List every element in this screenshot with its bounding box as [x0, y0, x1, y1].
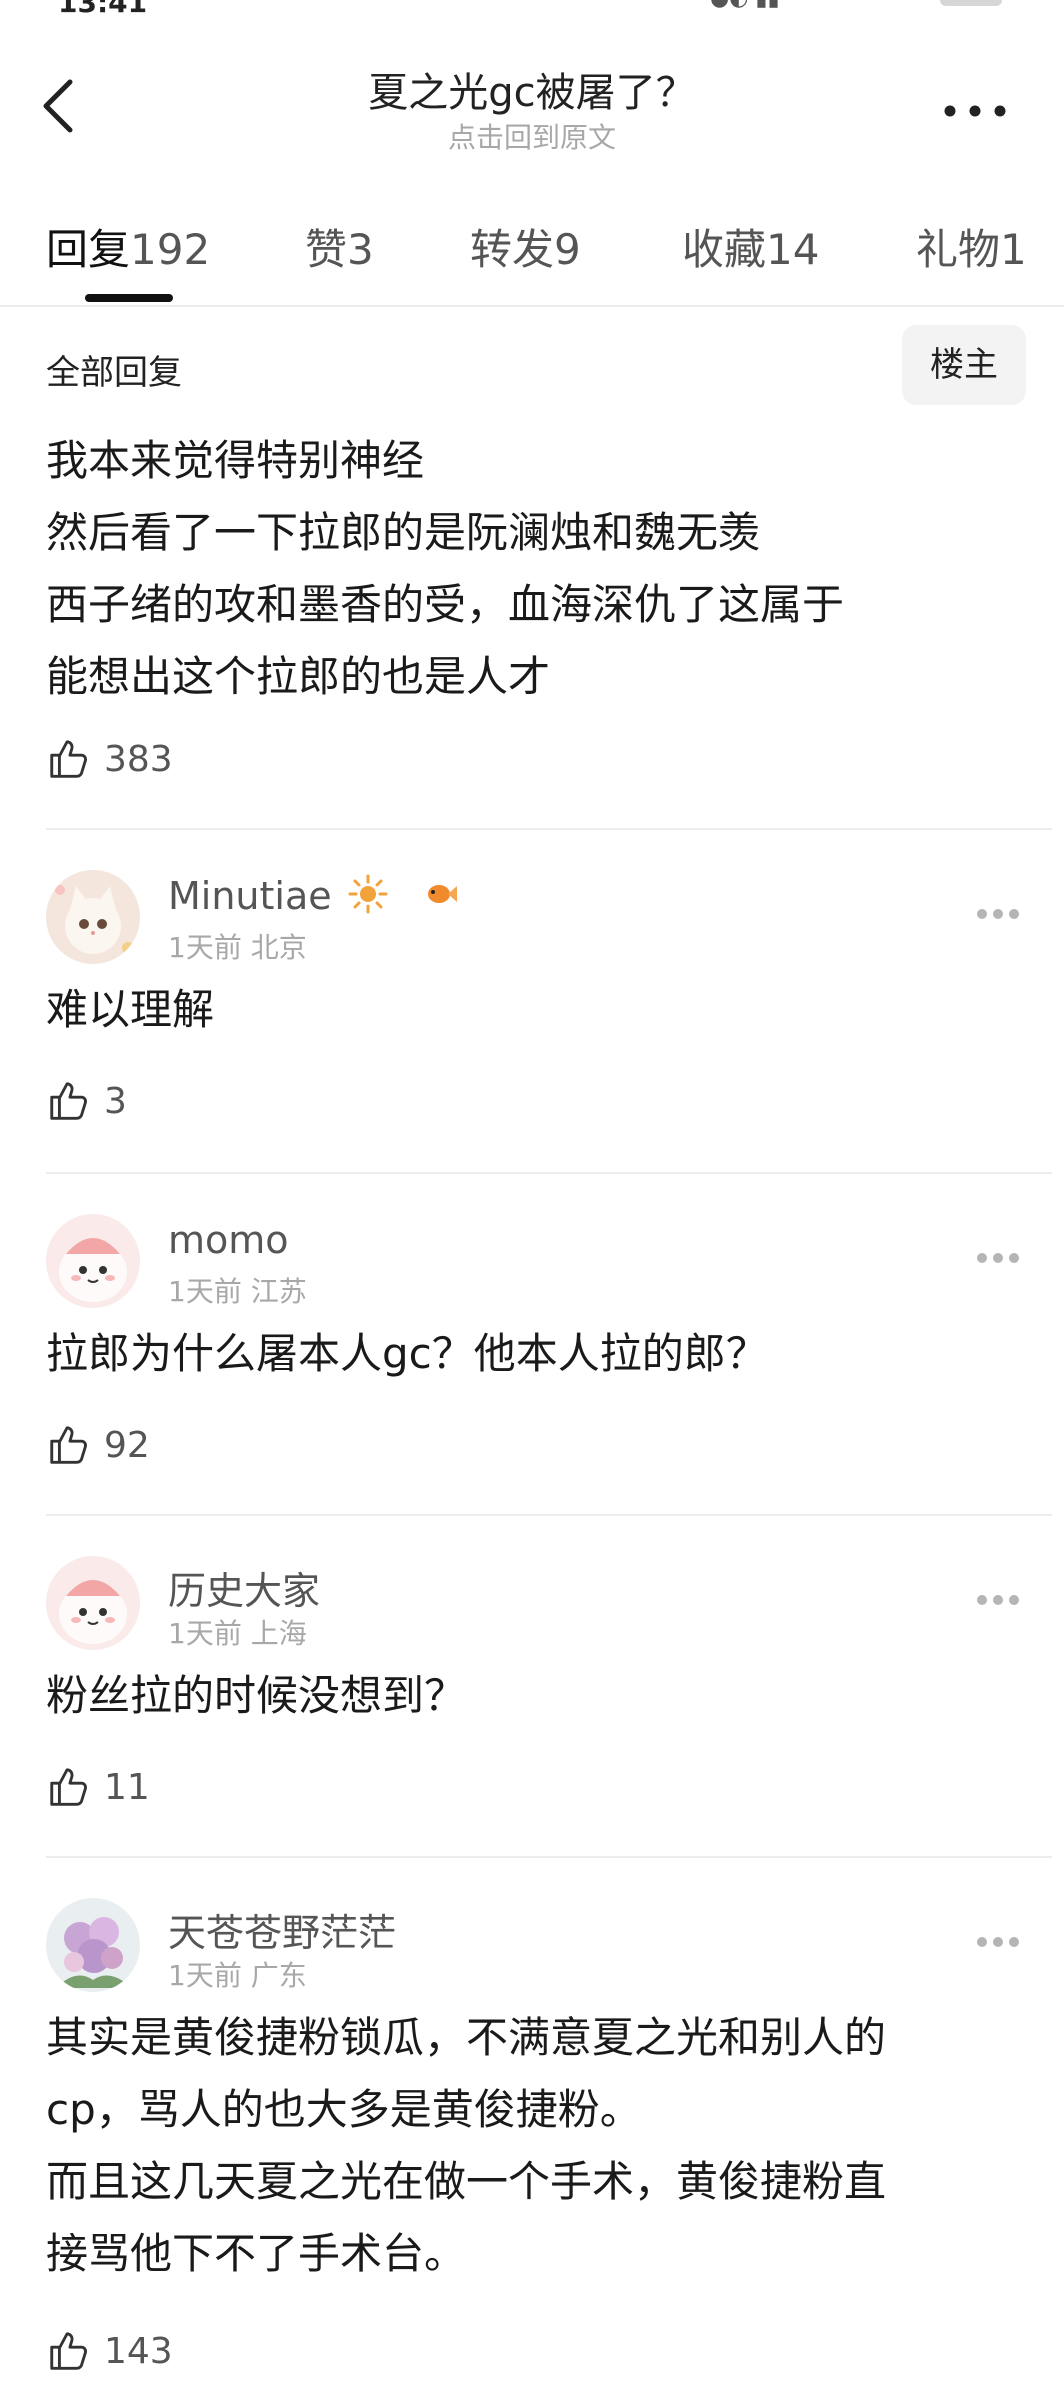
all-replies-label: 全部回复 [46, 353, 182, 393]
comment-like-button[interactable]: 11 [46, 1764, 150, 1810]
divider [46, 1856, 1052, 1858]
more-icon [944, 105, 1006, 117]
username: Minutiae [168, 874, 332, 918]
tab-favorites[interactable]: 收藏14 [682, 216, 819, 277]
thumb-up-icon [50, 2332, 87, 2370]
sun-icon [348, 874, 388, 923]
page-title: 夏之光gc被屠了？ [368, 70, 696, 116]
comment-meta: 1天前 上海 [168, 1612, 307, 1652]
comment-line: 其实是黄俊捷粉锁瓜，不满意夏之光和别人的 [46, 2013, 887, 2062]
comment-location: 江苏 [250, 1275, 307, 1308]
divider [46, 1514, 1052, 1516]
tab-label: 收藏 [682, 225, 767, 274]
comment-time: 1天前 [168, 931, 242, 964]
divider [46, 1172, 1052, 1174]
more-icon [977, 1937, 1019, 1947]
username[interactable]: momo [168, 1218, 289, 1262]
comment-line: 而且这几天夏之光在做一个手术，黄俊捷粉直 [46, 2157, 887, 2206]
like-count: 92 [104, 1424, 150, 1466]
pink-blob-avatar-icon [46, 1214, 140, 1308]
avatar[interactable] [46, 1214, 140, 1308]
main-reply-line: 然后看了一下拉郎的是阮澜烛和魏无羡 [46, 508, 761, 557]
divider [46, 828, 1052, 830]
comment-more-button[interactable] [975, 1592, 1021, 1606]
battery-icon [940, 0, 1002, 6]
avatar[interactable] [46, 870, 140, 964]
comment-location: 北京 [250, 931, 307, 964]
comment-text: 拉郎为什么屠本人gc？他本人拉的郎？ [46, 1318, 1046, 1390]
more-icon [977, 1253, 1019, 1263]
username-row[interactable]: Minutiae [168, 874, 458, 923]
avatar[interactable] [46, 1898, 140, 1992]
more-options-button[interactable] [940, 96, 1010, 126]
main-reply-like-button[interactable]: 383 [46, 736, 173, 782]
comment-meta: 1天前 广东 [168, 1954, 307, 1994]
tab-count: 192 [130, 225, 211, 274]
tab-count: 3 [347, 225, 374, 274]
tab-label: 转发 [470, 225, 555, 274]
tab-label: 礼物 [916, 225, 1001, 274]
tab-count: 14 [766, 225, 820, 274]
like-count: 11 [104, 1766, 150, 1808]
tab-reposts[interactable]: 转发9 [470, 216, 581, 277]
more-icon [977, 1595, 1019, 1605]
comment-time: 1天前 [168, 1275, 242, 1308]
flower-avatar-icon [46, 1898, 140, 1992]
username[interactable]: 天苍苍野茫茫 [168, 1902, 396, 1957]
tab-likes[interactable]: 赞3 [305, 216, 374, 277]
comment-time: 1天前 [168, 1617, 242, 1650]
like-count: 3 [104, 1080, 127, 1122]
status-bar: 13:41 ●◐ ▮▮ ◠ [0, 0, 1064, 19]
comment-line: 接骂他下不了手术台。 [46, 2229, 467, 2278]
avatar[interactable] [46, 1556, 140, 1650]
nav-bar: 夏之光gc被屠了？ 点击回到原文 [0, 40, 1064, 170]
thumb-up-icon [50, 740, 87, 778]
comment-more-button[interactable] [975, 1934, 1021, 1948]
comment-like-button[interactable]: 143 [46, 2328, 173, 2374]
signal-icon: ●◐ ▮▮ ◠ [710, 0, 806, 11]
more-icon [977, 909, 1019, 919]
thumb-up-icon [50, 1082, 87, 1120]
comment-line: 粉丝拉的时候没想到？ [46, 1671, 467, 1720]
tab-count: 9 [554, 225, 581, 274]
comment-text: 难以理解 [46, 974, 1046, 1046]
tab-label: 回复 [46, 225, 131, 274]
comment-time: 1天前 [168, 1959, 242, 1992]
comment-location: 上海 [250, 1617, 307, 1650]
owner-only-button[interactable]: 楼主 [902, 325, 1026, 405]
status-time: 13:41 [58, 0, 148, 19]
comment-more-button[interactable] [975, 1250, 1021, 1264]
comment-text: 粉丝拉的时候没想到？ [46, 1660, 1046, 1732]
back-to-original-link[interactable]: 点击回到原文 [0, 116, 1064, 156]
tab-label: 赞 [305, 225, 348, 274]
comment-meta: 1天前 北京 [168, 926, 307, 966]
comment-more-button[interactable] [975, 906, 1021, 920]
tab-gifts[interactable]: 礼物1 [916, 216, 1027, 277]
thumb-up-icon [50, 1768, 87, 1806]
main-reply-line: 我本来觉得特别神经 [46, 436, 425, 485]
tab-bar: 回复192 赞3 转发9 收藏14 礼物1 [0, 200, 1064, 307]
username[interactable]: 历史大家 [168, 1560, 320, 1615]
tab-replies[interactable]: 回复192 [46, 216, 210, 277]
comment-line: cp，骂人的也大多是黄俊捷粉。 [46, 2085, 642, 2134]
like-count: 383 [104, 738, 173, 780]
comment-like-button[interactable]: 3 [46, 1078, 127, 1124]
tab-active-indicator [85, 294, 173, 302]
main-reply-line: 西子绪的攻和墨香的受，血海深仇了这属于 [46, 580, 845, 629]
comment-meta: 1天前 江苏 [168, 1270, 307, 1310]
cat-avatar-icon [46, 870, 140, 964]
goldfish-icon [422, 874, 458, 923]
pink-blob-avatar-icon [46, 1556, 140, 1650]
main-reply: 我本来觉得特别神经 然后看了一下拉郎的是阮澜烛和魏无羡 西子绪的攻和墨香的受，血… [46, 425, 1036, 713]
tab-count: 1 [1000, 225, 1027, 274]
comment-like-button[interactable]: 92 [46, 1422, 150, 1468]
comment-location: 广东 [250, 1959, 307, 1992]
like-count: 143 [104, 2330, 173, 2372]
comment-line: 拉郎为什么屠本人gc？他本人拉的郎？ [46, 1329, 768, 1378]
comment-line: 难以理解 [46, 985, 215, 1034]
main-reply-line: 能想出这个拉郎的也是人才 [46, 652, 551, 701]
comment-text: 其实是黄俊捷粉锁瓜，不满意夏之光和别人的 cp，骂人的也大多是黄俊捷粉。 而且这… [46, 2002, 1046, 2290]
thumb-up-icon [50, 1426, 87, 1464]
